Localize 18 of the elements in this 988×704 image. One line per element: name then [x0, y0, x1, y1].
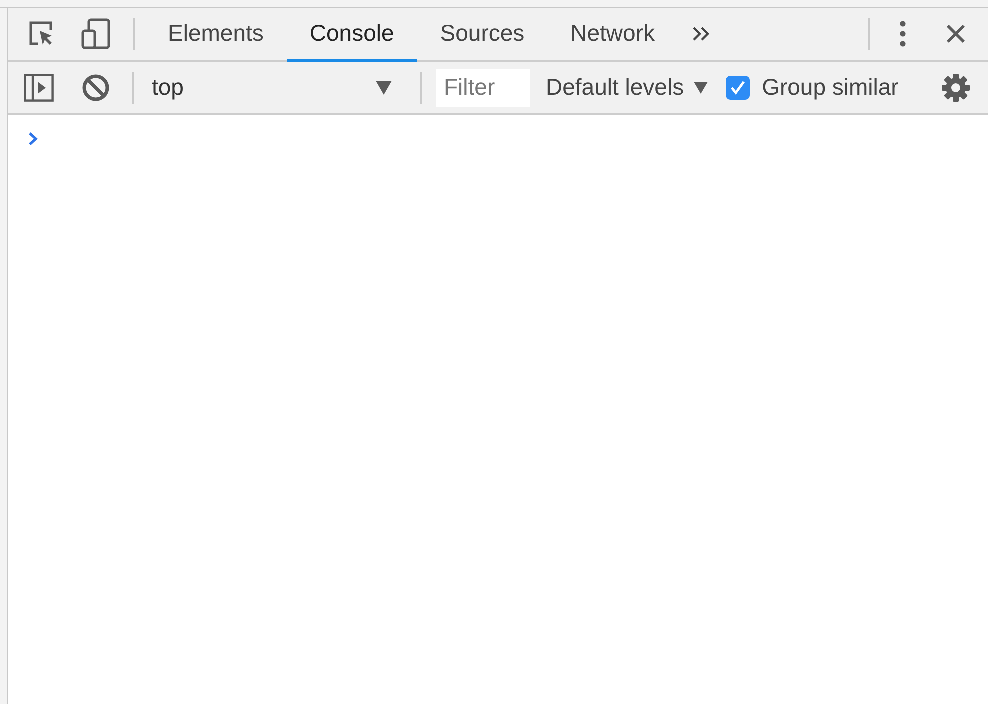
- tab[interactable]: Sources: [417, 8, 548, 62]
- tab[interactable]: Elements: [145, 8, 287, 62]
- sidebar-toggle-icon[interactable]: [24, 74, 54, 102]
- device-icon[interactable]: [81, 18, 111, 50]
- close-icon[interactable]: [946, 24, 966, 44]
- settings-icon[interactable]: [941, 72, 971, 102]
- context-select[interactable]: top: [152, 74, 410, 101]
- prompt-icon: [28, 132, 38, 146]
- dropdown-arrow-icon: [694, 82, 708, 94]
- filter-field[interactable]: Filter: [436, 68, 530, 106]
- tab[interactable]: Network: [548, 8, 678, 62]
- more-tabs-icon[interactable]: [692, 26, 710, 42]
- levels-dropdown[interactable]: Default levels: [546, 74, 708, 101]
- group-similar-checkbox[interactable]: [726, 76, 750, 100]
- more-options-icon[interactable]: [900, 21, 906, 47]
- group-similar-label: Group similar: [762, 74, 899, 101]
- dropdown-arrow-icon: [376, 80, 392, 94]
- clear-console-icon[interactable]: [82, 74, 110, 102]
